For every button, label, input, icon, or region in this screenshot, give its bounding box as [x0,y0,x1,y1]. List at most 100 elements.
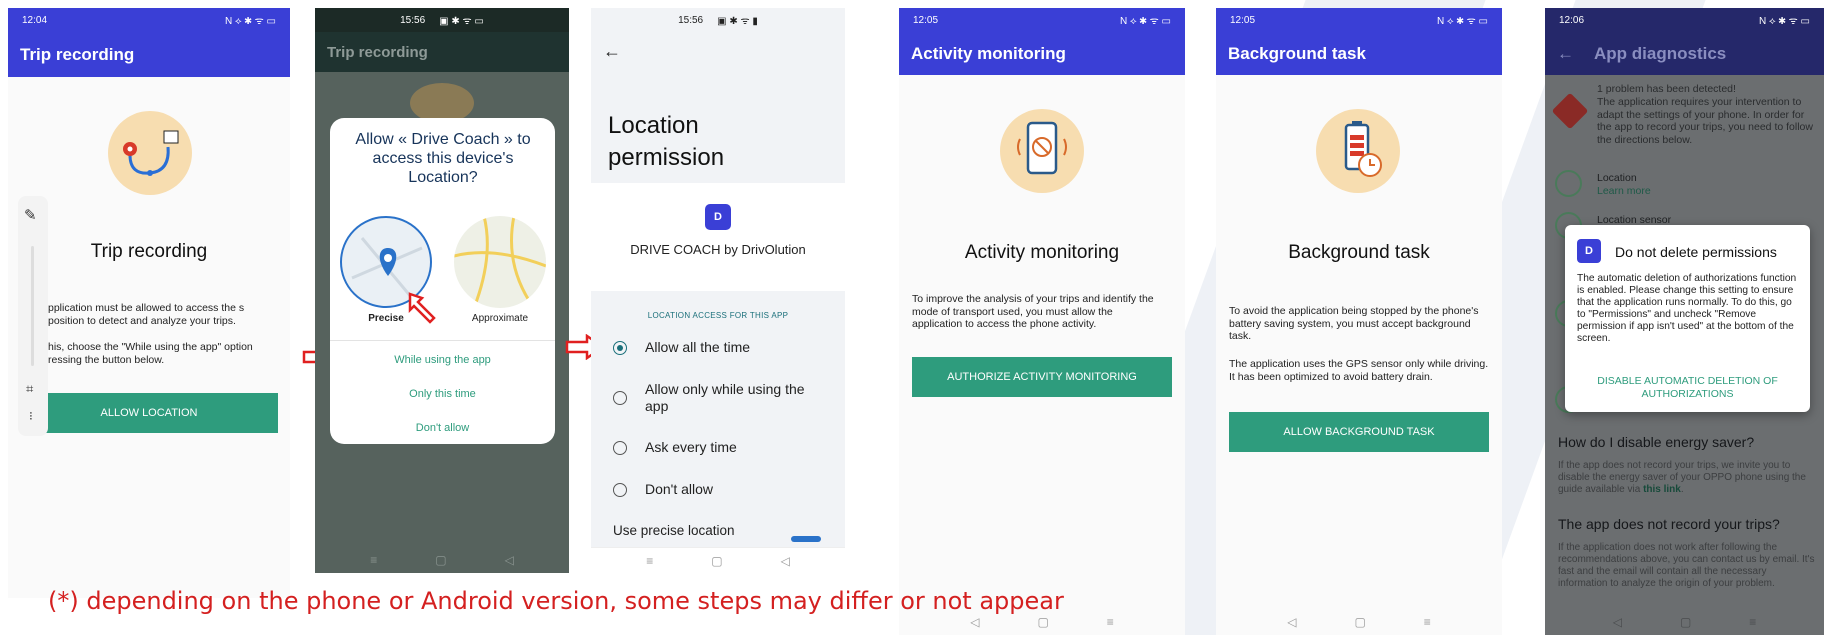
status-time: 12:05 [913,14,939,26]
disable-automatic-deletion-button[interactable]: DISABLE AUTOMATIC DELETION OF AUTHORIZAT… [1585,375,1790,400]
do-not-delete-dialog: D Do not delete permissions The automati… [1565,225,1810,412]
nav-bar: ◁ ▢ ≡ [1216,609,1502,635]
back-nav-icon[interactable]: ◁ [1613,615,1622,629]
radio-icon[interactable] [613,483,627,497]
app-bar: Activity monitoring [899,32,1185,75]
option-allow-all-the-time[interactable]: Allow all the time [613,339,825,356]
footnote: (*) depending on the phone or Android ve… [48,587,1064,615]
back-arrow-icon[interactable]: ← [603,41,621,62]
permission-dialog: Allow « Drive Coach » to access this dev… [330,118,555,444]
phone-activity-illustration-icon [1000,109,1084,193]
status-time: 12:05 [1230,14,1256,26]
allow-background-task-button[interactable]: ALLOW BACKGROUND TASK [1229,412,1489,452]
menu-nav-icon[interactable]: ≡ [1107,615,1114,629]
back-nav-icon[interactable]: ◁ [781,554,790,568]
status-bar: 12:05 N ⟡ ✱ ᯤ ▭ [899,8,1185,32]
app-bar-title: Trip recording [327,43,428,61]
home-nav-icon[interactable]: ▢ [1680,615,1691,629]
location-check-icon [1555,170,1582,197]
location-learn-more-link[interactable]: Learn more [1597,185,1651,197]
radio-icon[interactable] [613,391,627,405]
menu-nav-icon[interactable]: ≡ [370,553,377,567]
dialog-divider [330,340,555,341]
screen-title: Activity monitoring [964,242,1120,263]
app-bar: Trip recording [315,32,569,72]
more-icon[interactable]: ⁝ [29,409,33,423]
home-nav-icon[interactable]: ▢ [711,554,722,568]
status-bar: 12:04 N ⟡ ✱ ᯤ ▭ [8,8,290,32]
app-bar: Background task [1216,32,1502,75]
app-bar: Trip recording [8,32,290,77]
menu-nav-icon[interactable]: ≡ [1749,615,1756,629]
option-label: Don't allow [645,481,714,497]
screen-title: Background task [1288,242,1430,263]
screen-permission-dialog: 15:56 ▣ ✱ ᯤ ▭ Trip recording Allow « Dri… [315,8,569,573]
screen-trip-recording: 12:04 N ⟡ ✱ ᯤ ▭ Trip recording Trip reco… [8,8,290,598]
precise-location-toggle[interactable] [791,536,821,542]
route-illustration-icon [108,111,192,195]
back-nav-icon[interactable]: ◁ [970,615,979,629]
page-title: Location permission [608,112,725,171]
app-name: DRIVE COACH by DrivOlution [630,242,806,257]
precise-label: Precise [368,313,404,324]
only-this-time-button[interactable]: Only this time [330,388,555,400]
screen-activity-monitoring: 12:05 N ⟡ ✱ ᯤ ▭ Activity monitoring Acti… [899,8,1185,635]
section-label: LOCATION ACCESS FOR THIS APP [647,311,789,320]
dont-allow-button[interactable]: Don't allow [330,422,555,434]
back-nav-icon[interactable]: ◁ [505,553,514,567]
app-logo-icon: D [1577,239,1601,263]
option-label: Ask every time [645,439,737,455]
status-time: 15:56 [678,14,704,26]
status-icons: N ⟡ ✱ ᯤ ▭ [1120,16,1171,27]
approximate-label: Approximate [471,313,529,324]
app-bar-title: Background task [1228,43,1366,63]
nav-bar: ◁ ▢ ≡ [1545,609,1824,635]
menu-nav-icon[interactable]: ≡ [646,554,653,568]
app-logo-icon: D [705,204,731,230]
home-nav-icon[interactable]: ▢ [435,553,446,567]
option-dont-allow[interactable]: Don't allow [613,481,825,498]
home-nav-icon[interactable]: ▢ [1354,615,1365,629]
status-bar: 15:56 ▣ ✱ ᯤ ▭ [315,8,569,32]
while-using-app-button[interactable]: While using the app [330,354,555,366]
radio-selected-icon[interactable] [613,341,627,355]
location-item-title: Location [1597,172,1637,184]
option-ask-every-time[interactable]: Ask every time [613,439,825,456]
authorize-activity-monitoring-button[interactable]: AUTHORIZE ACTIVITY MONITORING [912,357,1172,397]
option-allow-while-using[interactable]: Allow only while using the app [613,381,825,415]
screen-title: Trip recording [90,241,208,262]
app-bar-title: Activity monitoring [911,43,1066,63]
allow-location-button[interactable]: ALLOW LOCATION [20,393,278,433]
status-bar: 12:06 N ⟡ ✱ ᯤ ▭ [1545,8,1824,32]
app-bar: ← App diagnostics [1545,32,1824,75]
warning-icon [1551,92,1589,130]
faq1-text-body: If the app does not record your trips, w… [1558,460,1806,495]
panel-divider [31,246,34,366]
menu-nav-icon[interactable]: ≡ [1424,615,1431,629]
description-text: pplication must be allowed to access the… [48,302,245,327]
back-nav-icon[interactable]: ◁ [1287,615,1296,629]
background-illustration [410,83,474,123]
radio-icon[interactable] [613,441,627,455]
faq1-title: How do I disable energy saver? [1558,434,1755,450]
screenshot-icon[interactable]: ⌗ [26,381,33,397]
faq1-text: If the app does not record your trips, w… [1558,460,1806,495]
screen-location-permission: 15:56 ▣ ✱ ᯤ ▮ ← Location permission D DR… [591,8,845,573]
description-text: To improve the analysis of your trips an… [912,293,1154,330]
floating-side-panel: ✎ ⌗ ⁝ [18,196,48,436]
faq1-link[interactable]: this link [1643,484,1681,495]
nav-bar: ≡ ▢ ◁ [315,547,569,573]
home-nav-icon[interactable]: ▢ [1037,615,1048,629]
problem-text: The application requires your interventi… [1597,96,1813,146]
dialog-title: Do not delete permissions [1615,244,1777,260]
instruction-text: his, choose the "While using the app" op… [48,341,253,366]
status-icons: N ⟡ ✱ ᯤ ▭ [1437,16,1488,27]
approximate-map-option[interactable] [454,216,546,308]
status-icons: N ⟡ ✱ ᯤ ▭ [225,16,276,27]
status-bar: 15:56 ▣ ✱ ᯤ ▮ [591,8,845,32]
precise-location-label: Use precise location [613,523,735,538]
dialog-title: Allow « Drive Coach » to access this dev… [355,131,531,186]
problem-title: 1 problem has been detected! [1597,83,1736,95]
notifications-off-icon[interactable]: ✎ [24,206,37,224]
back-arrow-icon[interactable]: ← [1557,44,1574,64]
